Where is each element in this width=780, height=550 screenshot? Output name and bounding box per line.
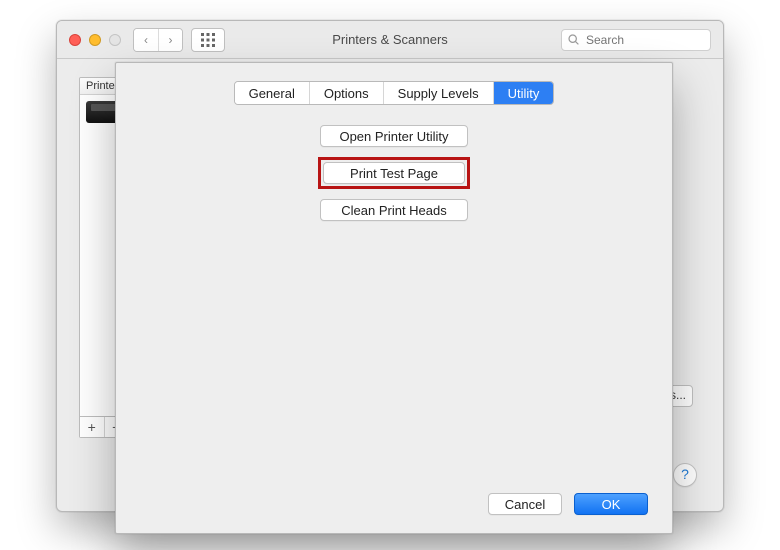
sheet-footer: Cancel OK (488, 493, 648, 515)
clean-print-heads-button[interactable]: Clean Print Heads (320, 199, 468, 221)
tab-general[interactable]: General (235, 82, 310, 104)
search-input[interactable] (561, 29, 711, 51)
close-window-button[interactable] (69, 34, 81, 46)
window-controls (69, 34, 121, 46)
tab-options[interactable]: Options (310, 82, 384, 104)
sheet-tabs: General Options Supply Levels Utility (234, 81, 555, 105)
grid-icon (201, 33, 215, 47)
add-printer-button[interactable]: + (80, 417, 105, 437)
search-field[interactable] (561, 29, 711, 51)
search-icon (567, 33, 580, 46)
nav-back-forward: ‹ › (133, 28, 183, 52)
ok-button[interactable]: OK (574, 493, 648, 515)
open-printer-utility-button[interactable]: Open Printer Utility (320, 125, 468, 147)
help-button[interactable]: ? (673, 463, 697, 487)
tab-utility[interactable]: Utility (494, 82, 554, 104)
zoom-window-button (109, 34, 121, 46)
print-test-page-button[interactable]: Print Test Page (323, 162, 465, 184)
printer-options-sheet: General Options Supply Levels Utility Op… (115, 62, 673, 534)
titlebar: ‹ › Printers & Scanners (57, 21, 723, 59)
show-all-button[interactable] (191, 28, 225, 52)
nav-forward-button[interactable]: › (158, 29, 182, 51)
tab-supply-levels[interactable]: Supply Levels (384, 82, 494, 104)
highlighted-action: Print Test Page (318, 157, 470, 189)
cancel-button[interactable]: Cancel (488, 493, 562, 515)
minimize-window-button[interactable] (89, 34, 101, 46)
utility-actions: Open Printer Utility Print Test Page Cle… (116, 125, 672, 221)
nav-back-button[interactable]: ‹ (134, 29, 158, 51)
